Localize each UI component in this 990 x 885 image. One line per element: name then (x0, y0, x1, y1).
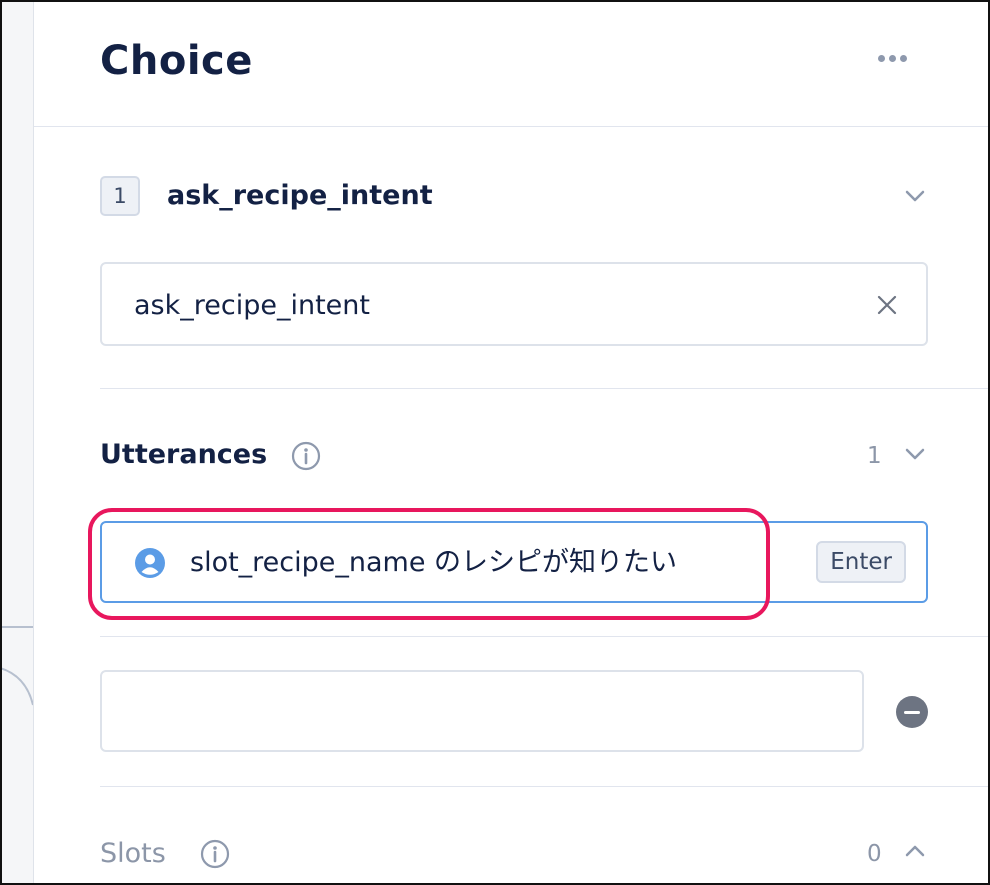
utterances-section-title: Utterances (100, 439, 268, 470)
info-icon[interactable] (200, 839, 230, 869)
info-icon[interactable] (291, 441, 321, 471)
divider (100, 388, 990, 389)
intent-select-value: ask_recipe_intent (134, 290, 370, 321)
more-horizontal-icon (877, 54, 885, 62)
user-icon (135, 548, 165, 578)
canvas-connector-lines (0, 626, 33, 706)
chevron-down-icon[interactable] (904, 443, 926, 465)
divider (100, 786, 990, 787)
enter-button[interactable]: Enter (816, 541, 906, 583)
panel-header: Choice (34, 0, 990, 127)
choice-item-header[interactable]: 1 ask_recipe_intent (100, 176, 930, 216)
chevron-down-icon[interactable] (904, 185, 926, 207)
intent-select[interactable]: ask_recipe_intent (100, 262, 928, 346)
choice-editor-panel: Choice 1 ask_recipe_intent ask_recipe_in… (34, 0, 990, 885)
remove-utterance-button[interactable] (896, 696, 928, 728)
chevron-up-icon[interactable] (904, 840, 926, 862)
page-title: Choice (100, 38, 253, 84)
divider (100, 636, 990, 637)
canvas-background (0, 0, 34, 885)
more-options-button[interactable] (870, 44, 914, 72)
minus-icon (904, 710, 920, 714)
close-icon[interactable] (876, 294, 898, 316)
slots-count: 0 (867, 841, 882, 867)
slots-section-title: Slots (100, 838, 166, 869)
choice-intent-name: ask_recipe_intent (167, 180, 433, 211)
more-horizontal-icon (888, 54, 896, 62)
more-horizontal-icon (899, 54, 907, 62)
utterances-count: 1 (867, 443, 882, 469)
utterance-input[interactable]: slot_recipe_name のレシピが知りたい Enter (100, 521, 928, 603)
utterance-text: slot_recipe_name のレシピが知りたい (190, 547, 678, 578)
utterance-input-empty[interactable] (100, 670, 864, 752)
choice-index-badge: 1 (100, 176, 140, 216)
